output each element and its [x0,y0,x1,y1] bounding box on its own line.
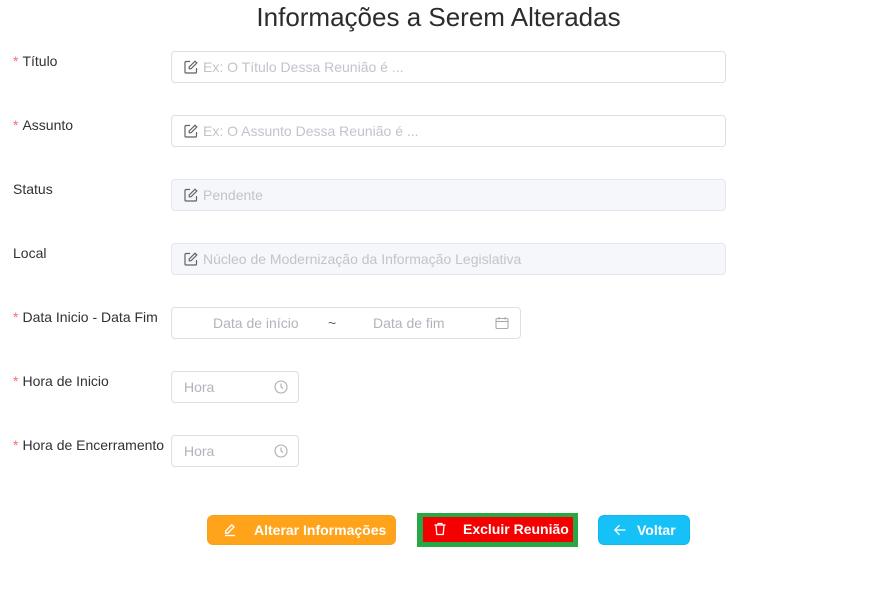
voltar-button[interactable]: Voltar [598,515,690,545]
status-label: Status [13,181,53,197]
hora-fim-label: * Hora de Encerramento [13,437,165,453]
form-row-hora-fim: * Hora de Encerramento Hora [0,435,887,467]
date-start-input[interactable]: Data de início [213,315,299,331]
edit-icon [184,60,198,74]
status-value: Pendente [203,187,263,203]
data-label: * Data Inicio - Data Fim [13,309,158,325]
calendar-icon [495,317,509,330]
form-row-hora-inicio: * Hora de Inicio Hora [0,371,887,403]
titulo-label: * Título [13,53,58,69]
hora-inicio-placeholder: Hora [184,379,215,395]
local-label: Local [13,245,47,261]
excluir-reuniao-highlight: Excluir Reunião [417,513,578,547]
required-mark: * [13,309,19,325]
excluir-reuniao-button[interactable]: Excluir Reunião [423,517,573,542]
hora-fim-placeholder: Hora [184,443,215,459]
clock-icon [274,380,288,394]
form-row-status: Status Pendente [0,179,887,211]
edit-icon [224,523,235,537]
page-title: Informações a Serem Alteradas [256,2,621,32]
form-row-data: * Data Inicio - Data Fim Data de início ~… [0,307,887,339]
alterar-informacoes-button[interactable]: Alterar Informações [207,515,396,545]
form-row-local: Local Núcleo de Modernização da Informaç… [0,243,887,275]
local-value: Núcleo de Modernização da Informação Leg… [203,251,522,267]
titulo-placeholder: Ex: O Título Dessa Reunião é ... [203,59,404,75]
required-mark: * [13,437,19,453]
local-input: Núcleo de Modernização da Informação Leg… [171,243,726,275]
hora-inicio-label: * Hora de Inicio [13,373,109,389]
arrow-left-icon [613,524,626,536]
date-range-picker[interactable]: Data de início ~ Data de fim [171,307,521,339]
edit-icon [184,188,198,202]
voltar-label: Voltar [637,522,676,538]
excluir-reuniao-label: Excluir Reunião [463,521,569,537]
date-range-separator: ~ [328,315,337,331]
trash-icon [434,522,446,536]
hora-fim-picker[interactable]: Hora [171,435,299,467]
date-end-input[interactable]: Data de fim [373,315,445,331]
form-row-titulo: * Título Ex: O Título Dessa Reunião é ... [0,51,887,83]
required-mark: * [13,53,19,69]
required-mark: * [13,373,19,389]
form-row-assunto: * Assunto Ex: O Assunto Dessa Reunião é .… [0,115,887,147]
assunto-placeholder: Ex: O Assunto Dessa Reunião é ... [203,123,419,139]
assunto-input[interactable]: Ex: O Assunto Dessa Reunião é ... [171,115,726,147]
assunto-label: * Assunto [13,117,74,133]
edit-icon [184,252,198,266]
required-mark: * [13,117,19,133]
hora-inicio-picker[interactable]: Hora [171,371,299,403]
titulo-input[interactable]: Ex: O Título Dessa Reunião é ... [171,51,726,83]
alterar-informacoes-label: Alterar Informações [254,522,387,538]
edit-icon [184,124,198,138]
status-input: Pendente [171,179,726,211]
clock-icon [274,444,288,458]
